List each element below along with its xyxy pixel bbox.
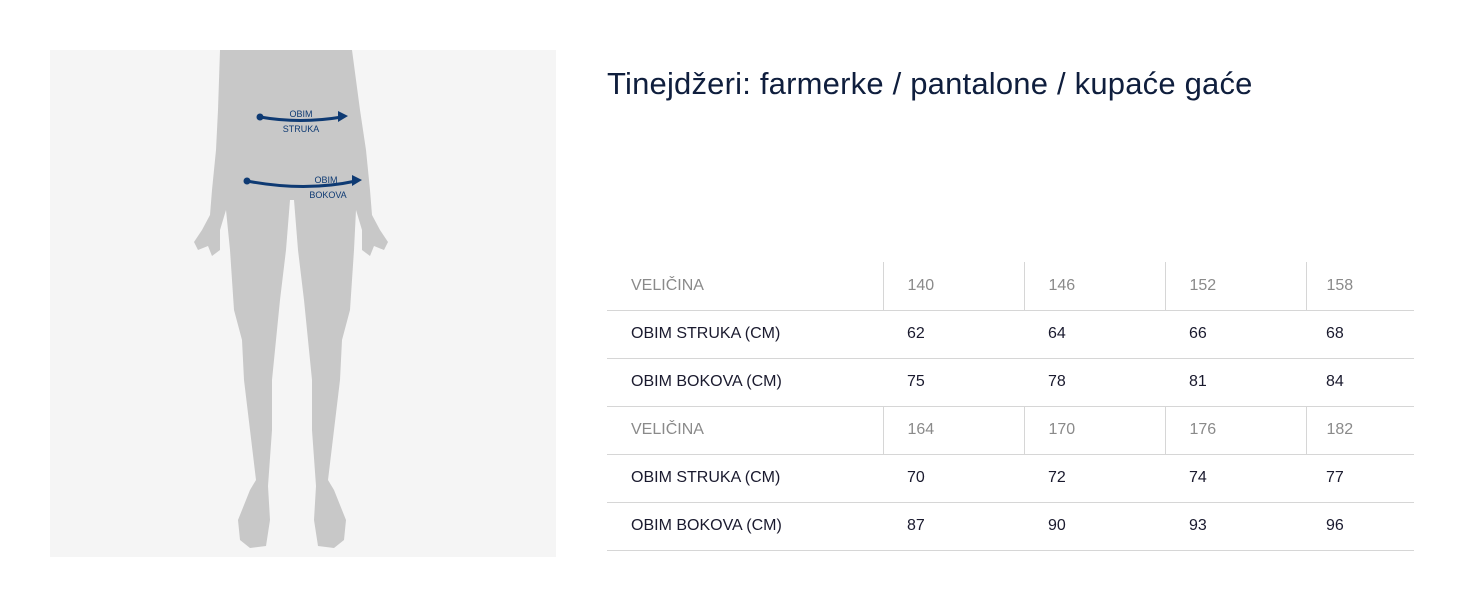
waist-label-line2: STRUKA	[283, 124, 320, 134]
hip-arrow-start-dot	[243, 177, 251, 185]
body-silhouette-illustration: OBIM STRUKA OBIM BOKOVA	[194, 50, 388, 548]
size-cell: 140	[882, 262, 1024, 311]
row-label: OBIM BOKOVA (CM)	[607, 358, 883, 407]
size-cell: 182	[1305, 406, 1414, 455]
size-chart-table: VELIČINA 140 146 152 158 OBIM STRUKA (CM…	[607, 262, 1414, 551]
value-cell: 77	[1306, 454, 1414, 503]
size-header-label: VELIČINA	[607, 406, 883, 455]
hip-label-line1: OBIM	[314, 175, 337, 185]
value-cell: 74	[1165, 454, 1306, 503]
hip-row: OBIM BOKOVA (CM) 75 78 81 84	[607, 358, 1414, 407]
value-cell: 75	[883, 358, 1024, 407]
value-cell: 81	[1165, 358, 1306, 407]
size-header-row: VELIČINA 164 170 176 182	[607, 406, 1414, 455]
value-cell: 90	[1024, 502, 1165, 551]
value-cell: 84	[1306, 358, 1414, 407]
value-cell: 93	[1165, 502, 1306, 551]
row-label: OBIM BOKOVA (CM)	[607, 502, 883, 551]
value-cell: 64	[1024, 310, 1165, 359]
hip-row: OBIM BOKOVA (CM) 87 90 93 96	[607, 502, 1414, 551]
waist-row: OBIM STRUKA (CM) 62 64 66 68	[607, 310, 1414, 359]
body-figure-panel: OBIM STRUKA OBIM BOKOVA	[50, 50, 556, 557]
size-cell: 176	[1164, 406, 1306, 455]
size-header-row: VELIČINA 140 146 152 158	[607, 262, 1414, 311]
value-cell: 66	[1165, 310, 1306, 359]
waist-arrow-start-dot	[256, 113, 264, 121]
size-cell: 146	[1023, 262, 1165, 311]
size-header-label: VELIČINA	[607, 262, 883, 311]
value-cell: 62	[883, 310, 1024, 359]
size-cell: 158	[1305, 262, 1414, 311]
hip-label-line2: BOKOVA	[309, 190, 346, 200]
size-cell: 164	[882, 406, 1024, 455]
size-cell: 170	[1023, 406, 1165, 455]
row-label: OBIM STRUKA (CM)	[607, 454, 883, 503]
waist-row: OBIM STRUKA (CM) 70 72 74 77	[607, 454, 1414, 503]
waist-label-line1: OBIM	[289, 109, 312, 119]
value-cell: 78	[1024, 358, 1165, 407]
value-cell: 72	[1024, 454, 1165, 503]
value-cell: 87	[883, 502, 1024, 551]
value-cell: 70	[883, 454, 1024, 503]
row-label: OBIM STRUKA (CM)	[607, 310, 883, 359]
value-cell: 68	[1306, 310, 1414, 359]
size-cell: 152	[1164, 262, 1306, 311]
value-cell: 96	[1306, 502, 1414, 551]
page-title: Tinejdžeri: farmerke / pantalone / kupać…	[607, 66, 1253, 101]
